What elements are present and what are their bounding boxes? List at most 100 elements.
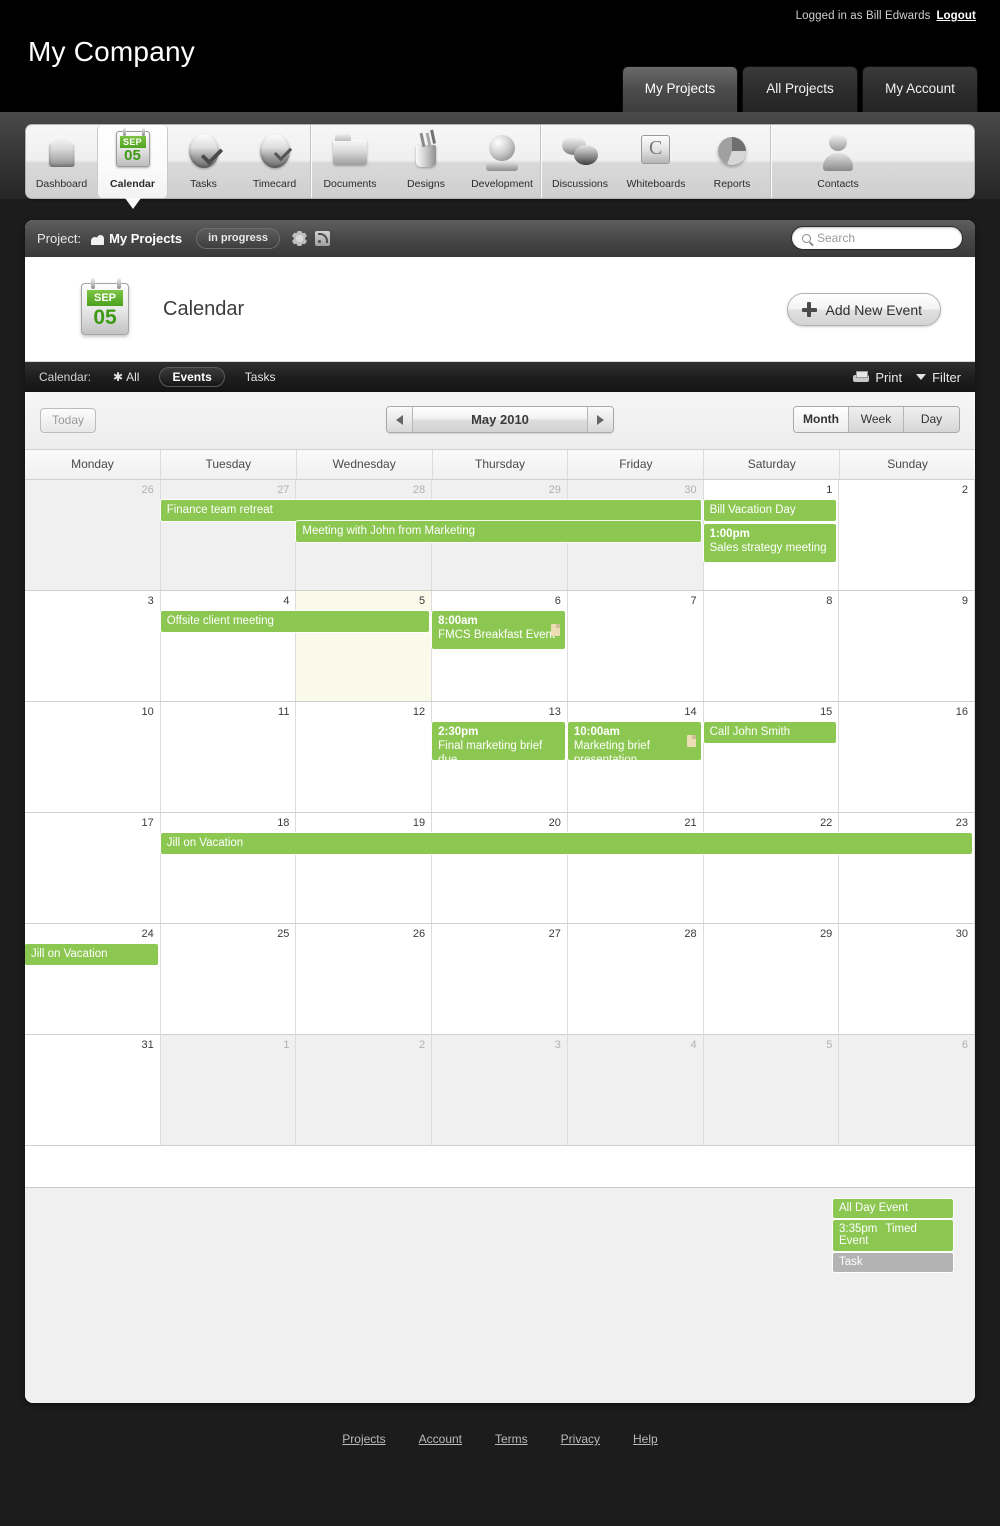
gear-icon[interactable] [291,231,307,246]
day-cell[interactable]: 26 [296,924,433,1034]
tab-my-projects[interactable]: My Projects [622,66,738,112]
day-cell[interactable]: 6 [839,1035,975,1145]
rss-icon[interactable] [314,231,330,246]
day-cell[interactable]: 2 [839,480,975,590]
day-number: 18 [277,817,290,829]
day-cell[interactable]: 5 [703,1035,840,1145]
today-button[interactable]: Today [40,408,96,433]
calendar-event[interactable]: 10:00am Marketing brief presentation [567,722,701,760]
view-day-button[interactable]: Day [904,407,959,432]
day-cell[interactable]: 19 [296,813,433,923]
nav-label-development: Development [471,178,533,190]
day-cell[interactable]: 15 [703,702,840,812]
company-name: My Company [28,36,195,67]
tab-all-projects[interactable]: All Projects [742,66,858,112]
calendar-event[interactable]: 2:30pm Final marketing brief due [432,722,565,760]
day-cell[interactable]: 10 [25,702,161,812]
day-cell[interactable]: 20 [432,813,568,923]
day-cell[interactable]: 30 [839,924,975,1034]
nav-item-reports[interactable]: Reports [694,125,770,198]
day-number: 19 [412,817,426,829]
day-number: 4 [283,595,290,607]
day-cell[interactable]: 24 [25,924,161,1034]
calendar-event[interactable]: Jill on Vacation [160,833,972,854]
print-button[interactable]: Print [853,370,902,385]
footer-link-terms[interactable]: Terms [495,1432,528,1446]
nav-label-designs: Designs [407,178,445,190]
calendar-event[interactable]: 8:00am FMCS Breakfast Event [432,611,565,649]
day-cell[interactable]: 26 [25,480,161,590]
tab-my-account[interactable]: My Account [862,66,978,112]
filter-button[interactable]: Filter [916,370,961,385]
nav-item-dashboard[interactable]: Dashboard [26,125,97,198]
nav-item-documents[interactable]: Documents [312,125,388,198]
day-cell[interactable]: 5 [296,591,433,701]
day-cell[interactable]: 23 [839,813,975,923]
next-month-button[interactable] [588,407,613,432]
filter-tab-tasks[interactable]: Tasks [239,367,282,387]
day-cell[interactable]: 21 [567,813,704,923]
project-name[interactable]: My Projects [109,231,182,246]
day-cell[interactable]: 27 [160,480,297,590]
chevron-left-icon [396,414,403,425]
prev-month-button[interactable] [387,407,412,432]
nav-item-tasks[interactable]: Tasks [168,125,239,198]
day-cell[interactable]: 27 [432,924,568,1034]
day-cell[interactable]: 11 [160,702,297,812]
nav-item-calendar[interactable]: SEP 05 Calendar [97,125,168,209]
day-cell[interactable]: 3 [25,591,161,701]
search-input[interactable] [817,231,952,245]
calendar-week-row: 26 27 28 29 30 1 2 Finance team retreat Meeting … [25,480,975,591]
view-month-button[interactable]: Month [794,407,849,432]
calendar-event[interactable]: Offsite client meeting [160,611,430,632]
day-number: 8 [826,595,833,607]
day-cell[interactable]: 3 [432,1035,568,1145]
day-cell[interactable]: 4 [160,591,297,701]
nav-label-discussions: Discussions [551,178,609,190]
nav-item-timecard[interactable]: Timecard [239,125,310,198]
day-cell[interactable]: 31 [25,1035,161,1145]
calendar-event[interactable]: Finance team retreat [160,500,701,521]
day-cell[interactable]: 29 [703,924,840,1034]
status-badge[interactable]: in progress [196,228,280,249]
add-new-event-button[interactable]: Add New Event [786,293,941,326]
calendar-event[interactable]: Bill Vacation Day [703,500,837,521]
view-week-button[interactable]: Week [849,407,904,432]
day-cell[interactable]: 28 [567,924,704,1034]
calendar-event[interactable]: Call John Smith [703,722,837,743]
calendar-legend: All Day Event 3:35pm Timed Event Task [833,1199,953,1274]
calendar-event[interactable]: Meeting with John from Marketing [296,521,701,542]
filter-tab-all[interactable]: ✱ All [107,367,145,387]
day-cell[interactable]: 8 [703,591,840,701]
nav-item-whiteboards[interactable]: Whiteboards [618,125,694,198]
day-cell[interactable]: 4 [567,1035,704,1145]
day-cell[interactable]: 2 [296,1035,433,1145]
day-cell[interactable]: 7 [567,591,704,701]
calendar-event[interactable]: Jill on Vacation [25,944,158,965]
footer-link-help[interactable]: Help [633,1432,658,1446]
event-title: Call John Smith [709,726,791,738]
day-cell[interactable]: 17 [25,813,161,923]
event-time: 2:30pm [438,726,479,738]
nav-label-contacts: Contacts [817,178,859,190]
nav-item-discussions[interactable]: Discussions [542,125,618,198]
logout-link[interactable]: Logout [936,10,976,22]
filter-tab-events[interactable]: Events [159,367,225,387]
day-cell[interactable]: 1 [160,1035,297,1145]
footer-link-projects[interactable]: Projects [342,1432,385,1446]
footer-link-account[interactable]: Account [419,1432,462,1446]
day-cell[interactable]: 25 [160,924,297,1034]
nav-item-contacts[interactable]: Contacts [800,125,876,198]
calendar-event[interactable]: 1:00pm Sales strategy meeting [703,524,837,562]
day-cell[interactable]: 12 [296,702,433,812]
day-cell[interactable]: 16 [839,702,975,812]
people-icon [91,233,105,245]
star-icon: ✱ [113,370,124,384]
day-cell[interactable]: 22 [703,813,840,923]
search-box[interactable] [791,226,963,250]
footer-link-privacy[interactable]: Privacy [561,1432,600,1446]
nav-item-designs[interactable]: Designs [388,125,464,198]
day-cell[interactable]: 9 [839,591,975,701]
day-cell[interactable]: 18 [160,813,297,923]
nav-item-development[interactable]: Development [464,125,540,198]
